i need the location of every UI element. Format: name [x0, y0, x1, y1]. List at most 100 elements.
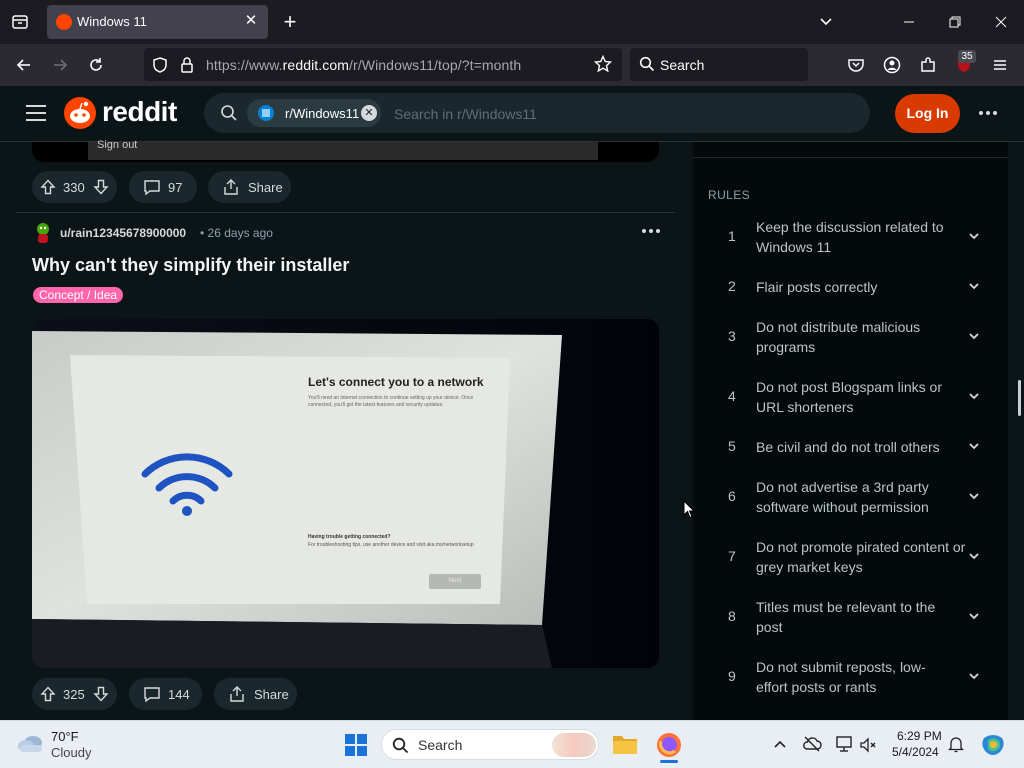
rule-number: 1 [728, 228, 736, 244]
clock-date[interactable]: 5/4/2024 [892, 745, 939, 759]
chevron-down-icon [969, 673, 979, 680]
rule-text: Keep the discussion related to Windows 1… [756, 219, 944, 255]
rule-item-3[interactable]: 3 Do not distribute malicious programs [708, 317, 998, 357]
page-scrollbar-thumb[interactable] [1018, 380, 1021, 416]
url-text[interactable]: https://www.reddit.com/r/Windows11/top/?… [206, 57, 521, 73]
comment-count: 144 [168, 686, 190, 702]
pocket-icon[interactable] [839, 48, 873, 82]
rule-number: 6 [728, 488, 736, 504]
post-title[interactable]: Why can't they simplify their installer [32, 255, 349, 276]
previous-post-image-strip [88, 142, 598, 160]
comment-icon [143, 178, 161, 196]
reddit-favicon-icon [56, 14, 72, 30]
extensions-icon[interactable] [911, 48, 945, 82]
post-options-icon[interactable] [640, 226, 662, 236]
cloud-sync-icon[interactable] [802, 735, 822, 753]
rule-item-5[interactable]: 5 Be civil and do not troll others [708, 437, 998, 457]
account-icon[interactable] [875, 48, 909, 82]
weather-temperature[interactable]: 70°F [51, 729, 79, 744]
post-share-button[interactable]: Share [214, 678, 297, 710]
extension-badge: 35 [958, 50, 976, 63]
restore-window-icon[interactable] [938, 5, 972, 39]
taskbar-search-box[interactable]: Search [381, 729, 599, 760]
chevron-down-icon [969, 393, 979, 400]
url-path: /r/Windows11/top/?t=month [349, 57, 522, 73]
rule-item-7[interactable]: 7 Do not promote pirated content or grey… [708, 537, 998, 577]
close-window-icon[interactable] [984, 5, 1018, 39]
author-avatar[interactable] [33, 221, 53, 245]
log-in-button[interactable]: Log In [895, 94, 960, 133]
hamburger-menu-icon[interactable] [25, 103, 47, 123]
network-icon[interactable] [835, 735, 853, 753]
post-vote-group: 325 [32, 678, 117, 710]
new-tab-button[interactable]: + [273, 5, 307, 39]
mouse-cursor-icon [683, 500, 695, 519]
rule-item-6[interactable]: 6 Do not advertise a 3rd party software … [708, 477, 998, 517]
volume-muted-icon[interactable] [859, 736, 877, 754]
weather-description[interactable]: Cloudy [51, 745, 91, 760]
rule-number: 2 [728, 278, 736, 294]
remove-chip-icon[interactable]: ✕ [361, 105, 377, 121]
app-menu-icon[interactable] [983, 48, 1017, 82]
minimize-window-icon[interactable] [892, 5, 926, 39]
rule-item-4[interactable]: 4 Do not post Blogspam links or URL shor… [708, 377, 998, 417]
rule-text: Do not promote pirated content or grey m… [756, 539, 966, 575]
chevron-down-icon [969, 493, 979, 500]
upvote-icon[interactable] [40, 179, 56, 195]
tracking-protection-shield-icon[interactable] [151, 56, 169, 74]
downvote-icon[interactable] [93, 686, 109, 702]
reddit-search-placeholder: Search in r/Windows11 [394, 106, 537, 122]
share-icon [228, 685, 246, 703]
copilot-icon[interactable] [980, 732, 1006, 758]
reddit-logo-icon[interactable] [63, 96, 97, 130]
bookmark-star-icon[interactable] [594, 55, 612, 73]
subreddit-filter-chip[interactable]: r/Windows11 ✕ [247, 99, 381, 127]
clock-time[interactable]: 6:29 PM [897, 729, 942, 743]
post-divider [16, 212, 675, 213]
previous-post-comments-button[interactable]: 97 [129, 171, 197, 203]
lock-icon[interactable] [179, 56, 195, 74]
post-timestamp: • 26 days ago [200, 226, 273, 240]
image-trouble-text: For troubleshooting tips, use another de… [308, 542, 474, 548]
rule-number: 9 [728, 668, 736, 684]
active-tab[interactable]: Windows 11 ✕ [47, 5, 268, 39]
rule-item-9[interactable]: 9 Do not submit reposts, low-effort post… [708, 657, 998, 697]
reload-icon[interactable] [79, 48, 113, 82]
search-icon [639, 56, 655, 72]
post-comments-button[interactable]: 144 [129, 678, 202, 710]
rule-text: Be civil and do not troll others [756, 439, 940, 455]
file-explorer-icon[interactable] [612, 732, 638, 756]
rule-item-2[interactable]: 2 Flair posts correctly [708, 277, 998, 297]
post-image[interactable]: Let's connect you to a network You'll ne… [32, 319, 659, 668]
downvote-icon[interactable] [93, 179, 109, 195]
cloudy-weather-icon[interactable] [17, 733, 45, 753]
windows-start-icon[interactable] [344, 733, 368, 757]
tab-list-icon[interactable] [3, 5, 37, 39]
browser-search-box[interactable]: Search [630, 48, 808, 81]
post-author-link[interactable]: u/rain12345678900000 [60, 226, 186, 240]
wifi-icon [139, 448, 235, 518]
post-flair[interactable]: Concept / Idea [33, 287, 124, 303]
rule-item-8[interactable]: 8 Titles must be relevant to the post [708, 597, 998, 637]
rule-text: Do not submit reposts, low-effort posts … [756, 659, 926, 695]
forward-icon[interactable] [43, 48, 77, 82]
upvote-icon[interactable] [40, 686, 56, 702]
show-hidden-icons-chevron-up-icon[interactable] [773, 738, 787, 750]
notification-bell-icon[interactable] [948, 735, 964, 753]
chevron-down-icon [969, 553, 979, 560]
more-options-icon[interactable] [977, 108, 999, 118]
back-icon[interactable] [7, 48, 41, 82]
taskbar-search-placeholder: Search [418, 737, 463, 753]
rule-item-1[interactable]: 1 Keep the discussion related to Windows… [708, 217, 998, 257]
image-heading: Let's connect you to a network [308, 375, 484, 389]
upvote-count: 325 [63, 686, 85, 702]
rule-number: 3 [728, 328, 736, 344]
previous-post-share-button[interactable]: Share [208, 171, 291, 203]
share-label: Share [248, 179, 283, 195]
rule-number: 7 [728, 548, 736, 564]
list-all-tabs-icon[interactable] [809, 5, 843, 39]
reddit-wordmark[interactable]: reddit [102, 96, 177, 128]
close-tab-icon[interactable]: ✕ [242, 12, 260, 30]
browser-tab-bar: Windows 11 ✕ + [0, 0, 1024, 44]
firefox-taskbar-icon[interactable] [656, 732, 682, 758]
